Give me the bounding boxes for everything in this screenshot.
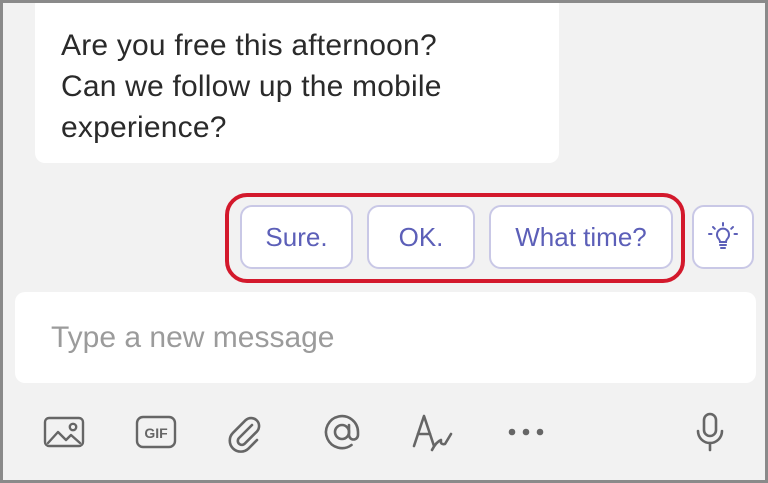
message-bubble: Are you free this afternoon? Can we foll… (35, 3, 559, 163)
image-icon (43, 416, 85, 448)
more-options-icon (508, 428, 544, 436)
mention-button[interactable] (318, 409, 366, 455)
more-options-button[interactable] (502, 409, 550, 455)
format-button[interactable] (407, 409, 455, 455)
suggestions-button[interactable] (692, 205, 754, 269)
format-text-icon (412, 414, 453, 452)
lightbulb-icon (708, 222, 738, 249)
attach-button[interactable] (220, 409, 268, 455)
message-text-line: Are you free this afternoon? (61, 29, 437, 62)
chat-panel: Are you free this afternoon? Can we foll… (0, 0, 768, 483)
message-compose-field[interactable]: Type a new message (15, 292, 756, 383)
suggested-reply-sure-button[interactable]: Sure. (240, 205, 353, 269)
microphone-icon (696, 412, 724, 452)
suggested-reply-what-time-button[interactable]: What time? (489, 205, 673, 269)
gif-button[interactable]: GIF (132, 409, 180, 455)
gif-label: GIF (144, 425, 168, 441)
compose-placeholder: Type a new message (51, 320, 335, 354)
image-button[interactable] (40, 409, 88, 455)
gif-icon: GIF (135, 415, 177, 449)
paperclip-icon (228, 416, 261, 453)
microphone-button[interactable] (686, 409, 734, 455)
message-text-line: Can we follow up the mobile (61, 70, 442, 103)
at-mention-icon (324, 414, 360, 450)
suggested-reply-ok-button[interactable]: OK. (367, 205, 475, 269)
message-text-line: experience? (61, 111, 227, 144)
